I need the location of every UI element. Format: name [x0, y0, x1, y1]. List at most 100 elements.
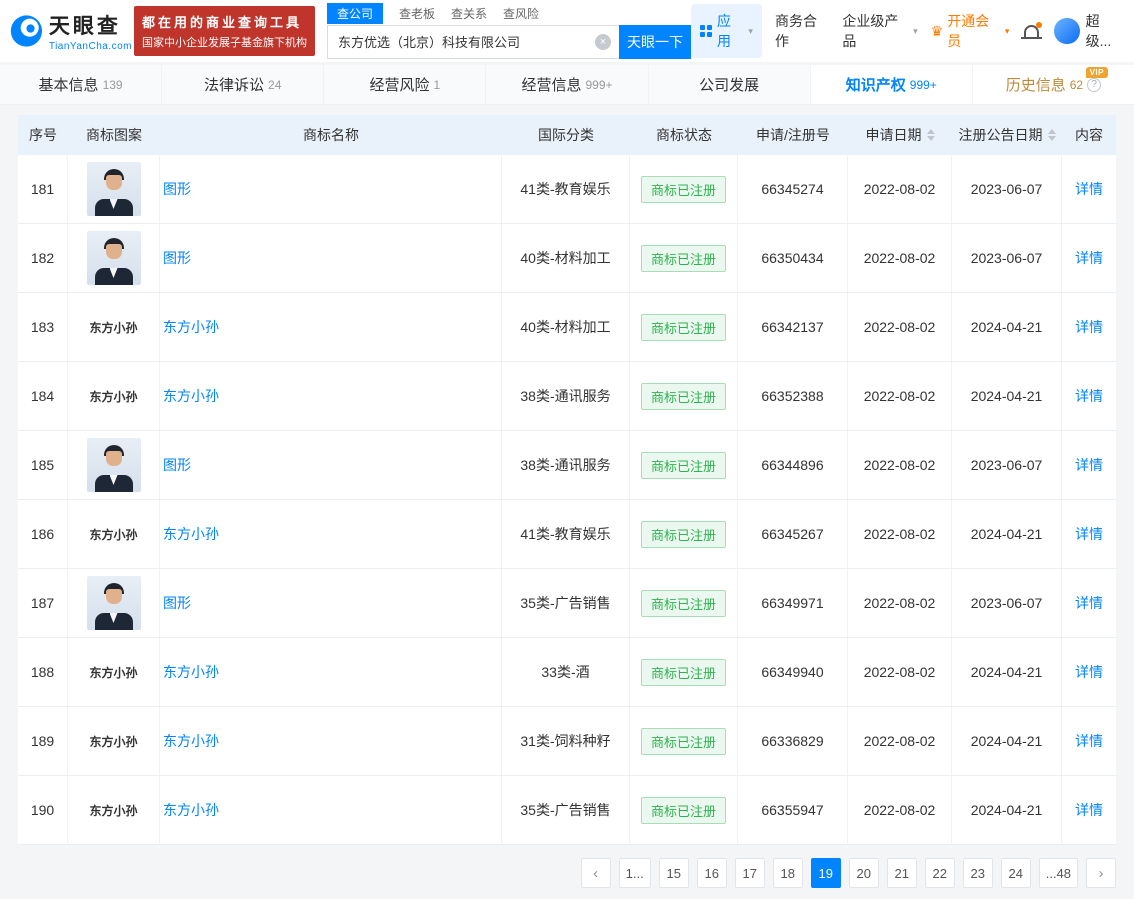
registration-number: 66350434	[761, 250, 823, 266]
trademark-name-link[interactable]: 东方小孙	[163, 800, 219, 820]
intl-class: 38类-通讯服务	[520, 386, 610, 406]
tab-count: 999+	[910, 78, 937, 92]
detail-link[interactable]: 详情	[1075, 386, 1103, 406]
trademark-name-link[interactable]: 图形	[163, 248, 191, 268]
banner-line2: 国家中小企业发展子基金旗下机构	[142, 34, 307, 50]
column-header: 内容	[1062, 115, 1116, 155]
trademark-text-logo[interactable]: 东方小孙	[89, 319, 137, 336]
tab-history-info[interactable]: 历史信息62VIP?	[973, 65, 1134, 104]
page-button-20[interactable]: 20	[849, 858, 879, 888]
status-badge: 商标已注册	[641, 383, 726, 410]
tab-intellectual-property[interactable]: 知识产权 999+	[811, 65, 973, 104]
table-body: 181图形41类-教育娱乐商标已注册663452742022-08-022023…	[18, 155, 1116, 845]
detail-link[interactable]: 详情	[1075, 731, 1103, 751]
apps-grid-icon	[700, 25, 712, 37]
trademark-name-link[interactable]: 东方小孙	[163, 731, 219, 751]
brand-domain: TianYanCha.com	[49, 41, 132, 52]
intl-class: 41类-教育娱乐	[520, 524, 610, 544]
trademark-name-link[interactable]: 图形	[163, 593, 191, 613]
page-button-21[interactable]: 21	[887, 858, 917, 888]
search-tab-risk[interactable]: 查风险	[503, 5, 539, 22]
page-button-15[interactable]: 15	[659, 858, 689, 888]
trademark-text-logo[interactable]: 东方小孙	[89, 802, 137, 819]
apply-date: 2022-08-02	[864, 595, 936, 611]
announce-date: 2024-04-21	[971, 733, 1043, 749]
tab-operation-risk[interactable]: 经营风险1	[324, 65, 486, 104]
page-button-17[interactable]: 17	[735, 858, 765, 888]
nav-business-cooperation[interactable]: 商务合作	[775, 11, 829, 51]
trademark-photo[interactable]	[87, 231, 141, 285]
detail-link[interactable]: 详情	[1075, 800, 1103, 820]
page-button-23[interactable]: 23	[963, 858, 993, 888]
tab-legal-litigation[interactable]: 法律诉讼24	[162, 65, 324, 104]
search-tab-relation[interactable]: 查关系	[451, 5, 487, 22]
tab-company-development[interactable]: 公司发展	[649, 65, 811, 104]
search-area: 查公司查老板查关系查风险 × 天眼一下	[327, 4, 691, 59]
apps-menu-button[interactable]: 应用 ▾	[691, 4, 762, 58]
trademark-image-cell	[68, 569, 160, 637]
trademark-name-link[interactable]: 图形	[163, 455, 191, 475]
trademark-image-cell	[68, 224, 160, 292]
tab-count: 1	[434, 78, 441, 92]
nav-open-membership[interactable]: ♛ 开通会员 ▾	[931, 11, 1010, 51]
trademark-name-link[interactable]: 东方小孙	[163, 662, 219, 682]
detail-link[interactable]: 详情	[1075, 179, 1103, 199]
trademark-image-cell: 东方小孙	[68, 362, 160, 430]
page-button-22[interactable]: 22	[925, 858, 955, 888]
tab-label: 知识产权	[846, 74, 906, 95]
page-button-19[interactable]: 19	[811, 858, 841, 888]
page-button-48[interactable]: ...48	[1039, 858, 1078, 888]
page-button-16[interactable]: 16	[697, 858, 727, 888]
tab-count: 24	[268, 78, 281, 92]
clear-search-icon[interactable]: ×	[595, 34, 611, 50]
nav-enterprise-products[interactable]: 企业级产品 ▾	[842, 11, 917, 51]
search-input[interactable]	[327, 25, 619, 59]
notifications-button[interactable]	[1024, 25, 1039, 37]
trademark-name-link[interactable]: 东方小孙	[163, 524, 219, 544]
trademark-name-link[interactable]: 图形	[163, 179, 191, 199]
intl-class: 33类-酒	[541, 662, 589, 682]
face-shape	[106, 175, 122, 190]
trademark-image-cell: 东方小孙	[68, 500, 160, 568]
tianyancha-logo[interactable]: 天眼查 TianYanCha.com	[10, 10, 132, 52]
apps-label: 应用	[717, 11, 743, 51]
search-button[interactable]: 天眼一下	[619, 25, 691, 59]
trademark-photo[interactable]	[87, 438, 141, 492]
apply-date: 2022-08-02	[864, 733, 936, 749]
user-menu[interactable]: 超级...	[1054, 11, 1124, 51]
tab-business-info[interactable]: 经营信息999+	[486, 65, 648, 104]
trademark-name-link[interactable]: 东方小孙	[163, 317, 219, 337]
search-tab-boss[interactable]: 查老板	[399, 5, 435, 22]
detail-link[interactable]: 详情	[1075, 593, 1103, 613]
detail-link[interactable]: 详情	[1075, 662, 1103, 682]
column-header: 商标图案	[68, 115, 160, 155]
trademark-photo[interactable]	[87, 162, 141, 216]
detail-link[interactable]: 详情	[1075, 524, 1103, 544]
registration-number: 66336829	[761, 733, 823, 749]
sort-icon[interactable]	[1048, 129, 1056, 141]
column-header: 申请日期	[848, 115, 952, 155]
page-button-18[interactable]: 18	[773, 858, 803, 888]
trademark-text-logo[interactable]: 东方小孙	[89, 733, 137, 750]
tab-basic-info[interactable]: 基本信息139	[0, 65, 162, 104]
announce-date: 2024-04-21	[971, 802, 1043, 818]
sort-icon[interactable]	[927, 129, 935, 141]
prev-page-button[interactable]: ‹	[581, 858, 611, 888]
page-button-24[interactable]: 24	[1001, 858, 1031, 888]
detail-link[interactable]: 详情	[1075, 455, 1103, 475]
trademark-text-logo[interactable]: 东方小孙	[89, 388, 137, 405]
help-icon[interactable]: ?	[1087, 78, 1101, 92]
trademark-photo[interactable]	[87, 576, 141, 630]
trademark-text-logo[interactable]: 东方小孙	[89, 664, 137, 681]
page-button-1[interactable]: 1...	[619, 858, 651, 888]
apply-date: 2022-08-02	[864, 526, 936, 542]
detail-link[interactable]: 详情	[1075, 248, 1103, 268]
detail-link[interactable]: 详情	[1075, 317, 1103, 337]
column-header: 商标名称	[160, 115, 502, 155]
trademark-name-link[interactable]: 东方小孙	[163, 386, 219, 406]
tab-label: 基本信息	[39, 74, 99, 95]
column-label: 商标状态	[656, 125, 712, 145]
trademark-text-logo[interactable]: 东方小孙	[89, 526, 137, 543]
next-page-button[interactable]: ›	[1086, 858, 1116, 888]
search-tab-company[interactable]: 查公司	[327, 3, 383, 24]
